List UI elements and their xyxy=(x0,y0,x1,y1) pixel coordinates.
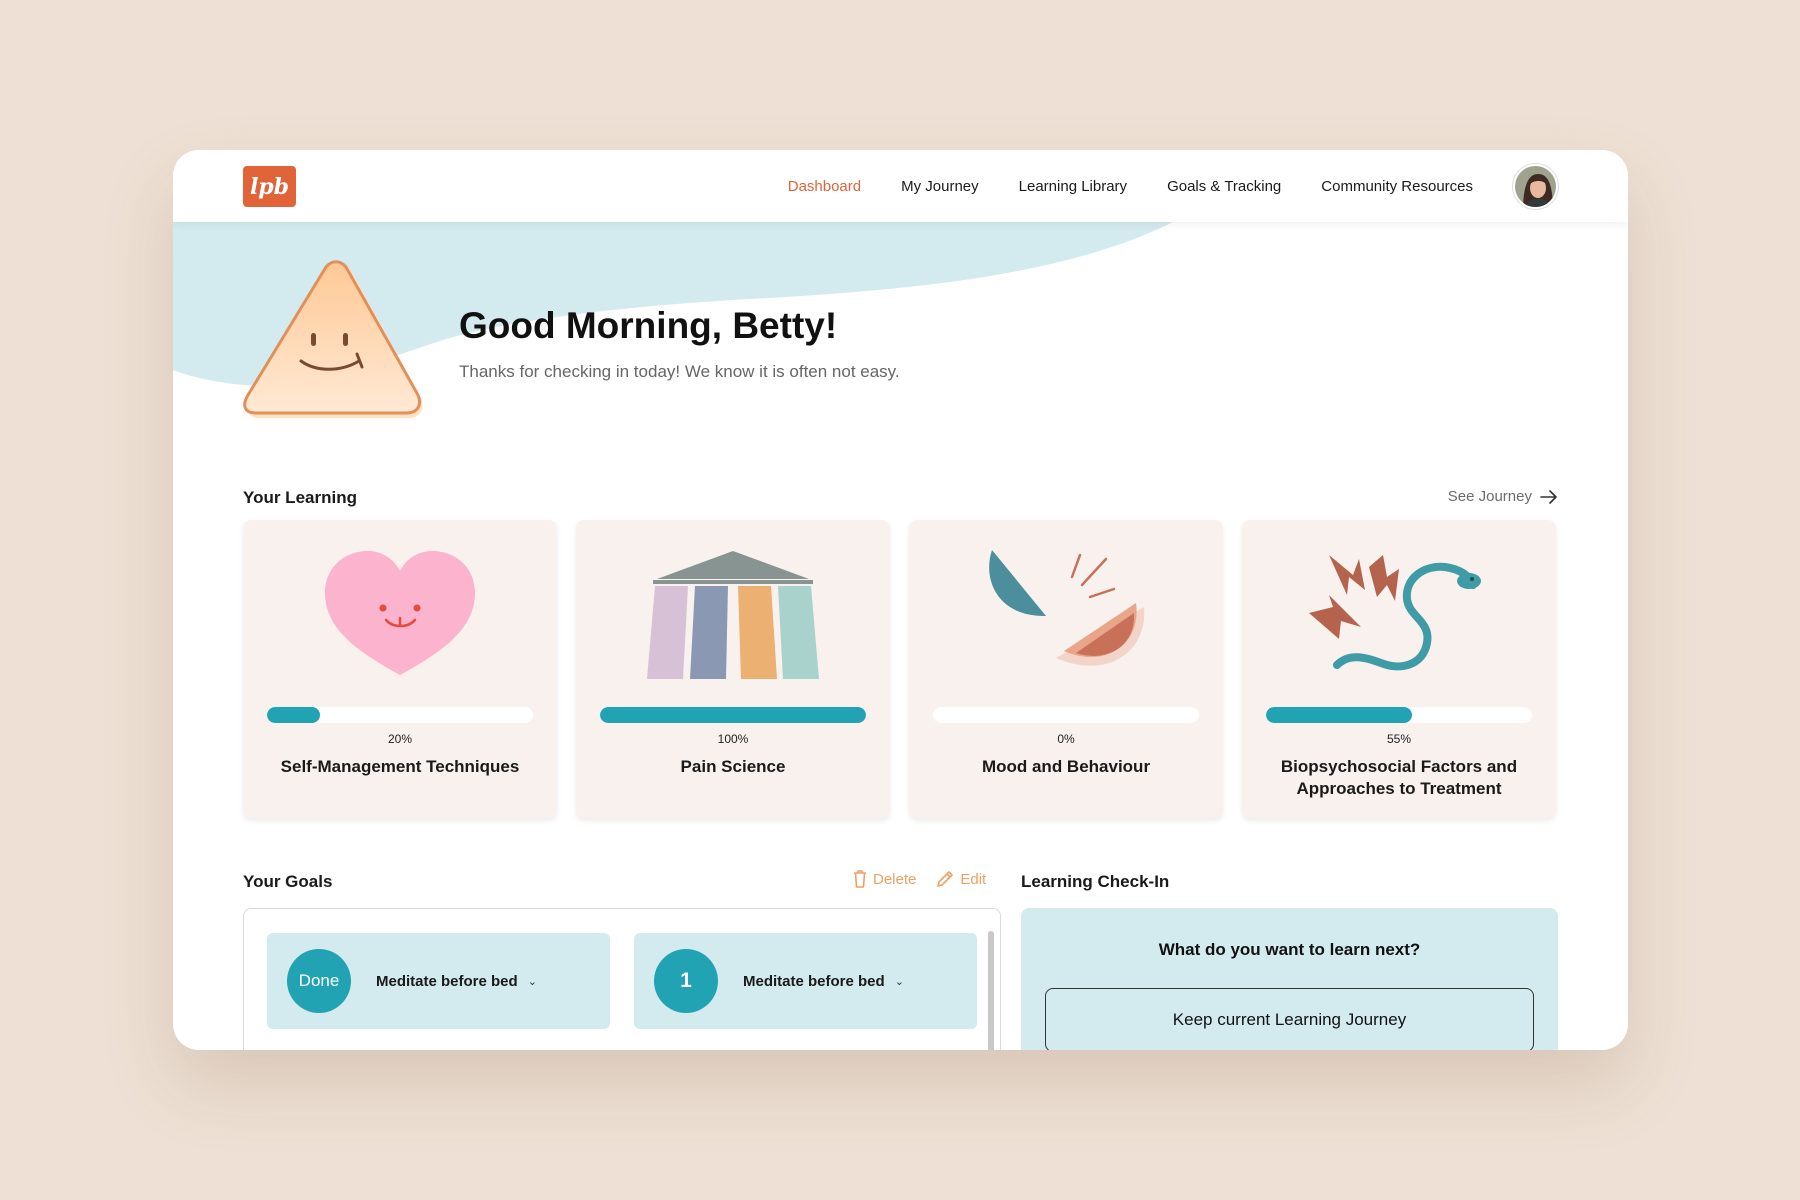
greeting-subtitle: Thanks for checking in today! We know it… xyxy=(459,362,900,381)
triangle-mascot-icon xyxy=(243,260,423,418)
progress-percent: 0% xyxy=(1057,732,1075,746)
main-nav: Dashboard My Journey Learning Library Go… xyxy=(788,150,1473,222)
progress-percent: 55% xyxy=(1386,732,1412,746)
your-learning-heading: Your Learning xyxy=(243,488,357,507)
nav-learning-library[interactable]: Learning Library xyxy=(1019,178,1127,195)
user-avatar-icon xyxy=(1515,166,1556,207)
learning-card-self-management[interactable]: 20% Self-Management Techniques xyxy=(243,520,557,818)
progress-fill xyxy=(1266,707,1413,723)
see-journey-link[interactable]: See Journey xyxy=(1448,488,1558,505)
learning-progress-bar xyxy=(600,707,866,723)
nav-community-resources[interactable]: Community Resources xyxy=(1321,178,1473,195)
nav-my-journey[interactable]: My Journey xyxy=(901,178,979,195)
your-goals-heading: Your Goals xyxy=(243,872,333,891)
delete-label: Delete xyxy=(873,870,917,888)
progress-fill xyxy=(600,707,866,723)
pencil-icon xyxy=(937,871,954,887)
chevron-down-icon[interactable]: ⌄ xyxy=(895,975,904,988)
learning-card-title: Mood and Behaviour xyxy=(981,757,1151,776)
learning-card-pain-science[interactable]: 100% Pain Science xyxy=(576,520,890,818)
learning-checkin-heading: Learning Check-In xyxy=(1021,872,1170,891)
learning-card-biopsychosocial[interactable]: 55% Biopsychosocial Factors and Approach… xyxy=(1242,520,1556,818)
learning-checkin-panel: What do you want to learn next? Keep cur… xyxy=(1021,908,1558,1050)
goal-status-badge: Done xyxy=(287,949,351,1013)
learning-progress-bar xyxy=(267,707,533,723)
nav-dashboard[interactable]: Dashboard xyxy=(788,178,861,195)
goals-list: Done Meditate before bed ⌄ 1 Meditate be… xyxy=(243,908,1001,1050)
heart-icon xyxy=(325,551,475,675)
greeting-title: Good Morning, Betty! xyxy=(459,305,838,346)
goal-label: Meditate before bed xyxy=(743,972,885,990)
learning-card-title: Biopsychosocial Factors and Approaches t… xyxy=(1280,757,1518,798)
learning-progress-bar xyxy=(933,707,1199,723)
goal-actions: Delete Edit xyxy=(853,870,986,888)
checkin-question: What do you want to learn next? xyxy=(1158,940,1421,959)
pillars-icon xyxy=(647,551,819,679)
arrow-right-icon xyxy=(1540,489,1557,504)
see-journey-label: See Journey xyxy=(1447,488,1532,505)
delete-goal-button[interactable]: Delete xyxy=(853,870,916,888)
learning-card-title: Self-Management Techniques xyxy=(280,757,520,776)
lpb-logo[interactable]: lpb xyxy=(243,166,296,207)
learning-card-mood[interactable]: 0% Mood and Behaviour xyxy=(909,520,1223,818)
progress-fill xyxy=(267,707,321,723)
nav-goals-tracking[interactable]: Goals & Tracking xyxy=(1167,178,1281,195)
user-avatar[interactable] xyxy=(1513,164,1558,209)
top-nav-bar: lpb Dashboard My Journey Learning Librar… xyxy=(173,150,1628,222)
goal-label: Meditate before bed xyxy=(376,972,518,990)
broken-bowl-icon xyxy=(989,550,1145,666)
progress-percent: 20% xyxy=(387,732,413,746)
edit-label: Edit xyxy=(960,870,987,888)
goal-item[interactable]: 1 Meditate before bed ⌄ xyxy=(634,933,977,1029)
learning-cards: 20% Self-Management Techniques 100% Pain… xyxy=(243,520,1556,818)
learning-card-title: Pain Science xyxy=(680,757,786,776)
keep-journey-button[interactable]: Keep current Learning Journey xyxy=(1045,988,1534,1050)
chevron-down-icon[interactable]: ⌄ xyxy=(528,975,537,988)
learning-progress-bar xyxy=(1266,707,1532,723)
app-window: lpb Dashboard My Journey Learning Librar… xyxy=(173,150,1628,1050)
snake-icon xyxy=(1309,555,1481,671)
goal-count-badge: 1 xyxy=(654,949,718,1013)
progress-percent: 100% xyxy=(717,732,749,746)
trash-icon xyxy=(854,870,866,888)
edit-goal-button[interactable]: Edit xyxy=(936,870,986,888)
goals-scrollbar[interactable] xyxy=(988,931,994,1050)
goal-item[interactable]: Done Meditate before bed ⌄ xyxy=(267,933,610,1029)
